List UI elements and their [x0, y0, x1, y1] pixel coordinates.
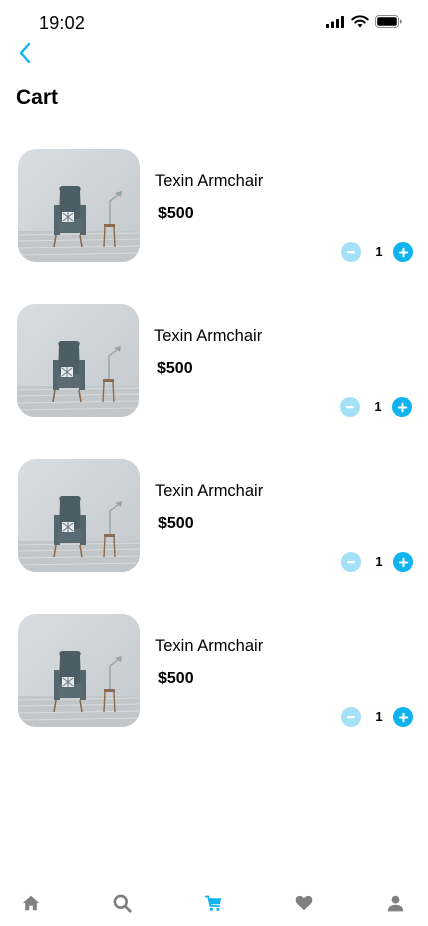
- tab-cart[interactable]: [200, 892, 226, 914]
- cart-item: Texin Armchair $500 1: [0, 304, 428, 418]
- tab-search[interactable]: [109, 892, 135, 914]
- quantity-value: 1: [375, 554, 383, 569]
- plus-icon: [398, 557, 408, 567]
- cart-item: Texin Armchair $500 1: [0, 149, 428, 263]
- tab-favorites[interactable]: [291, 892, 317, 914]
- battery-icon: [375, 15, 402, 28]
- minus-icon: [346, 406, 354, 409]
- item-name: Texin Armchair: [155, 482, 264, 500]
- increase-quantity-button[interactable]: [393, 707, 413, 727]
- cart-item: Texin Armchair $500 1: [0, 459, 428, 573]
- item-price: $500: [157, 360, 193, 377]
- cart-icon: [204, 895, 221, 911]
- heart-icon: [295, 895, 313, 911]
- item-price: $500: [158, 515, 194, 532]
- increase-quantity-button[interactable]: [392, 397, 412, 417]
- page-title: Cart: [16, 86, 59, 109]
- back-button[interactable]: [12, 40, 38, 66]
- product-image[interactable]: [18, 614, 140, 727]
- increase-quantity-button[interactable]: [393, 552, 413, 572]
- item-name: Texin Armchair: [154, 327, 263, 345]
- item-price: $500: [158, 670, 194, 687]
- quantity-value: 1: [374, 399, 382, 414]
- status-bar: 19:02: [0, 0, 428, 46]
- item-name: Texin Armchair: [155, 172, 264, 190]
- status-icons: [326, 15, 402, 28]
- cart-item: Texin Armchair $500 1: [0, 614, 428, 728]
- profile-icon: [387, 895, 403, 911]
- item-name: Texin Armchair: [155, 637, 264, 655]
- home-icon: [22, 895, 40, 911]
- product-image[interactable]: [17, 304, 139, 417]
- plus-icon: [397, 402, 407, 412]
- plus-icon: [398, 712, 408, 722]
- decrease-quantity-button[interactable]: [341, 552, 361, 572]
- quantity-stepper: 1: [341, 707, 413, 729]
- search-icon: [113, 894, 132, 913]
- minus-icon: [347, 716, 355, 719]
- minus-icon: [347, 251, 355, 254]
- plus-icon: [398, 247, 408, 257]
- quantity-value: 1: [375, 244, 383, 259]
- quantity-stepper: 1: [341, 242, 413, 264]
- decrease-quantity-button[interactable]: [341, 242, 361, 262]
- product-image[interactable]: [18, 459, 140, 572]
- chevron-left-icon: [19, 42, 31, 64]
- decrease-quantity-button[interactable]: [340, 397, 360, 417]
- quantity-stepper: 1: [340, 397, 412, 419]
- decrease-quantity-button[interactable]: [341, 707, 361, 727]
- quantity-value: 1: [375, 709, 383, 724]
- status-time: 19:02: [39, 13, 86, 33]
- tab-home[interactable]: [18, 892, 44, 914]
- signal-icon: [326, 15, 344, 28]
- item-price: $500: [158, 205, 194, 222]
- wifi-icon: [351, 15, 369, 28]
- tab-profile[interactable]: [382, 892, 408, 914]
- increase-quantity-button[interactable]: [393, 242, 413, 262]
- product-image[interactable]: [18, 149, 140, 262]
- minus-icon: [347, 561, 355, 564]
- bottom-tab-bar: [0, 878, 428, 926]
- quantity-stepper: 1: [341, 552, 413, 574]
